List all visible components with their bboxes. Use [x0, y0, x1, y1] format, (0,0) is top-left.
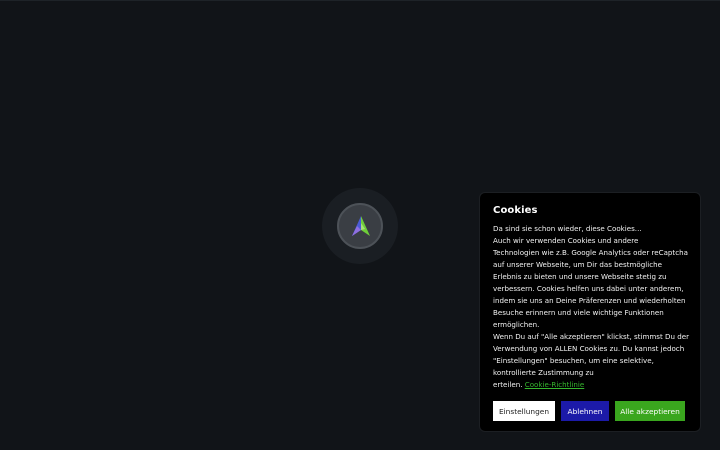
cookie-text-line: Wenn Du auf "Alle akzeptieren" klickst, …: [493, 332, 690, 341]
reject-button[interactable]: Ablehnen: [561, 401, 609, 421]
cookie-text-line: ermöglichen.: [493, 320, 540, 329]
page-background: Cookies Da sind sie schon wieder, diese …: [0, 0, 720, 450]
cookie-banner-text: Da sind sie schon wieder, diese Cookies.…: [493, 223, 690, 391]
cookie-policy-link[interactable]: Cookie-Richtlinie: [525, 380, 585, 389]
cookie-text-prefix: erteilen.: [493, 380, 523, 389]
accept-all-button[interactable]: Alle akzeptieren: [615, 401, 685, 421]
cookie-text-line: auf unserer Webseite, um Dir das bestmög…: [493, 260, 662, 269]
cookie-text-line-last: erteilen. Cookie-Richtlinie: [493, 379, 687, 391]
cookie-text-line: verbessern. Cookies helfen uns dabei unt…: [493, 284, 684, 293]
cookie-text-line: Da sind sie schon wieder, diese Cookies.…: [493, 224, 642, 233]
cookie-text-line: Technologien wie z.B. Google Analytics o…: [493, 248, 688, 257]
brand-logo-icon: [352, 216, 370, 236]
loader-inner-circle: [337, 203, 383, 249]
loading-spinner: [322, 188, 398, 264]
cookie-text-line: Auch wir verwenden Cookies und andere: [493, 236, 639, 245]
settings-button[interactable]: Einstellungen: [493, 401, 555, 421]
cookie-button-row: Einstellungen Ablehnen Alle akzeptieren: [493, 401, 687, 421]
cookie-text-line: kontrollierte Zustimmung zu: [493, 368, 594, 377]
cookie-text-line: "Einstellungen" besuchen, um eine selekt…: [493, 356, 654, 365]
cookie-text-line: indem sie uns an Deine Präferenzen und w…: [493, 296, 686, 305]
cookie-text-line: Erlebnis zu bieten und unsere Webseite s…: [493, 272, 667, 281]
cookie-banner-title: Cookies: [493, 205, 538, 216]
cookie-banner: Cookies Da sind sie schon wieder, diese …: [480, 193, 700, 431]
cookie-text-line: Besuche erinnern und viele wichtige Funk…: [493, 308, 664, 317]
cookie-text-line: Verwendung von ALLEN Cookies zu. Du kann…: [493, 344, 685, 353]
